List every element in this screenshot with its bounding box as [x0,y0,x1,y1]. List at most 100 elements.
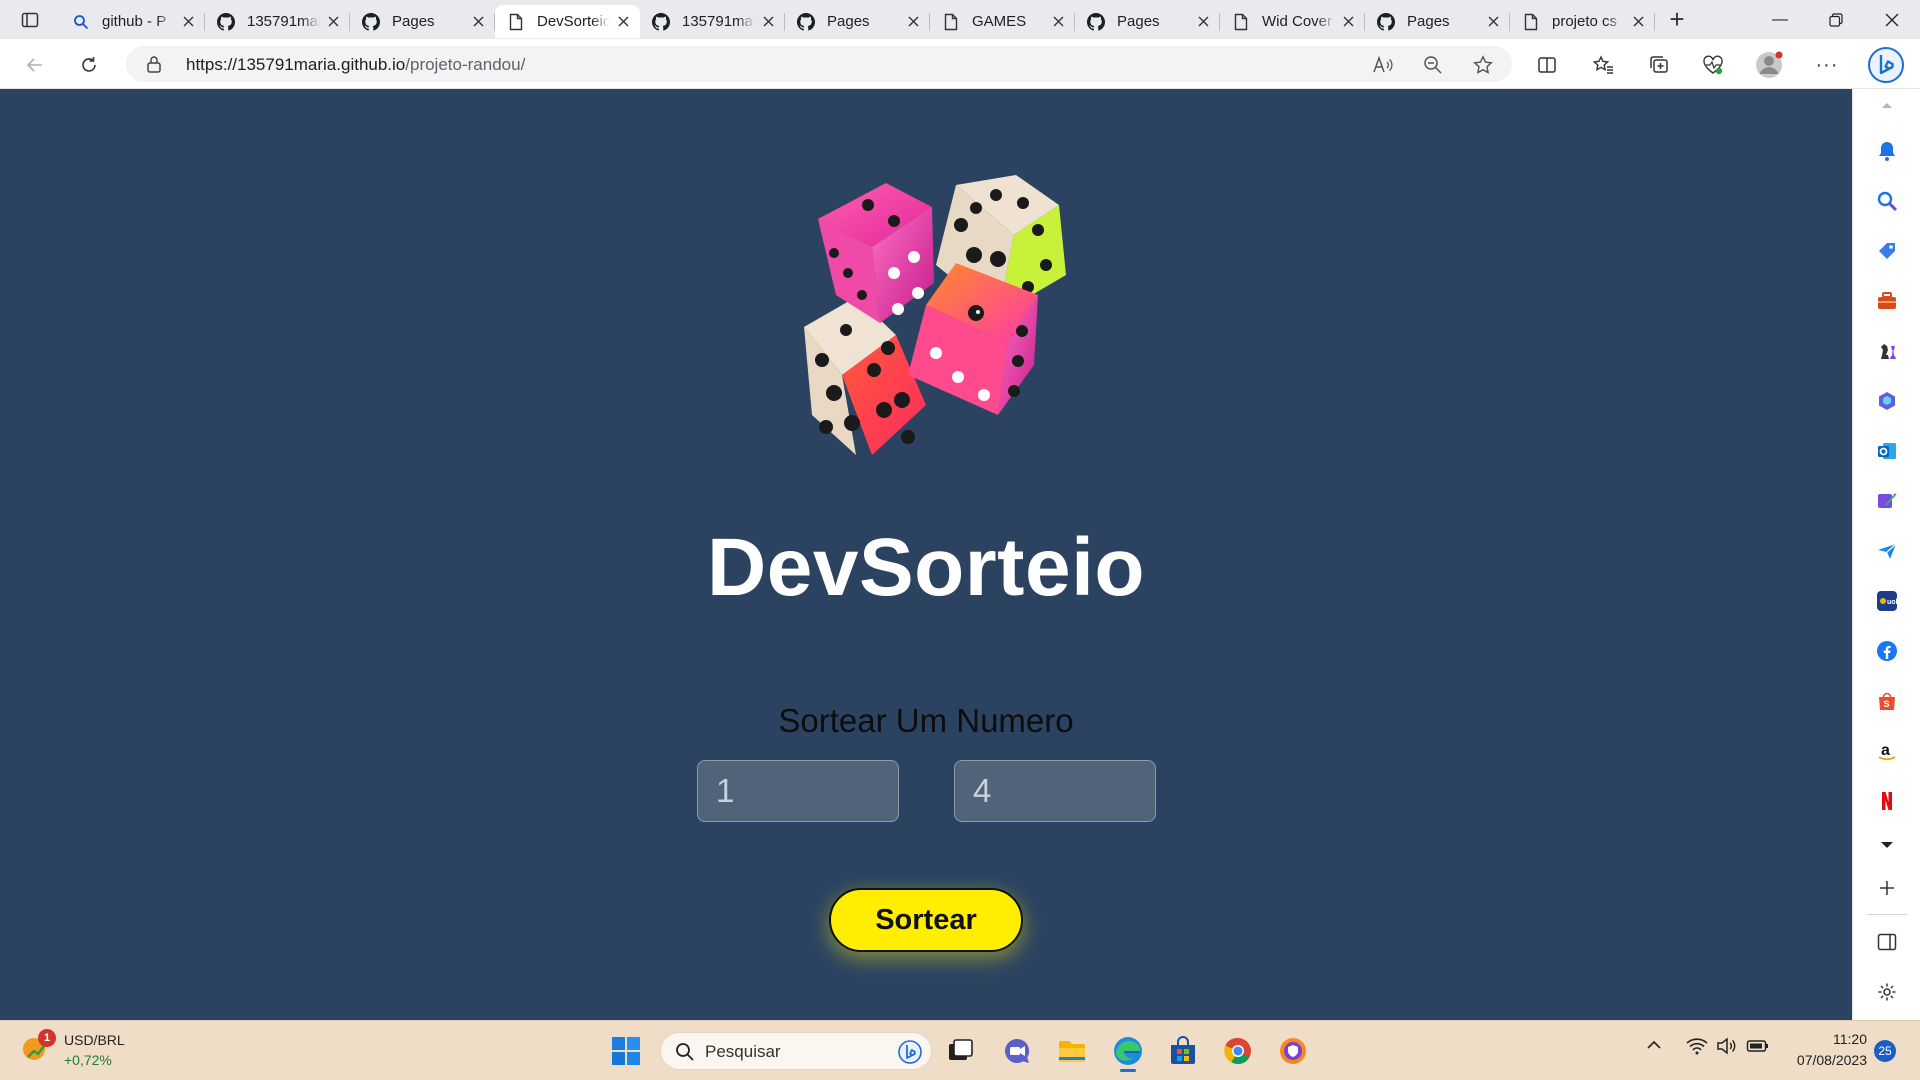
sidebar-divider [1867,914,1907,915]
edge-taskbar-button[interactable] [1108,1031,1148,1072]
sidebar-hide-button[interactable] [1874,929,1900,955]
refresh-button[interactable] [72,48,106,82]
sidebar-item-drop[interactable] [1874,538,1900,564]
profile-button[interactable] [1752,48,1786,82]
folder-icon [1059,1041,1085,1062]
chevron-up-icon [1647,1040,1661,1049]
tab-close-button[interactable] [904,13,922,31]
sidebar-item-shopee[interactable]: S [1874,688,1900,714]
tab-4[interactable]: DevSorteio [495,5,640,38]
max-number-input[interactable] [954,760,1156,822]
sidebar-add-button[interactable] [1874,875,1900,901]
read-aloud-button[interactable] [1370,52,1396,78]
minimize-button[interactable]: — [1752,0,1808,39]
url-text[interactable]: https://135791maria.github.io/projeto-ra… [186,55,525,75]
weather-widget[interactable]: 1 [18,1029,58,1071]
sidebar-item-games[interactable] [1874,338,1900,364]
sidebar-settings-button[interactable] [1874,979,1900,1005]
svg-text:S: S [1884,699,1890,709]
tab-close-button[interactable] [179,13,197,31]
close-window-button[interactable] [1864,0,1920,39]
restore-icon [1829,12,1843,27]
sidebar-more-button[interactable] [1874,832,1900,858]
volume-status[interactable] [1716,1037,1738,1058]
tab-7[interactable]: GAMES [930,5,1075,38]
tab-5[interactable]: 135791maria [640,5,785,38]
sidebar-item-designer[interactable] [1874,488,1900,514]
send-icon [1878,543,1897,559]
zoom-out-button[interactable] [1420,52,1446,78]
sidebar-item-copilot[interactable] [1874,388,1900,414]
back-button[interactable] [18,48,52,82]
settings-menu-button[interactable]: ··· [1810,48,1844,82]
tab-6[interactable]: Pages [785,5,930,38]
sidebar-item-tools[interactable] [1874,288,1900,314]
taskbar-search[interactable]: Pesquisar [660,1032,932,1070]
sidebar-scroll-up[interactable] [1874,97,1900,113]
start-button[interactable] [606,1031,646,1071]
heart-pulse-icon [1703,55,1723,75]
app-button[interactable] [1273,1031,1313,1071]
browser-essentials-button[interactable] [1696,48,1730,82]
sidebar-item-shopping[interactable] [1874,238,1900,264]
sidebar-item-facebook[interactable] [1874,638,1900,664]
tab-close-button[interactable] [1194,13,1212,31]
close-icon [1198,16,1208,27]
min-number-input[interactable] [697,760,899,822]
tab-close-button[interactable] [469,13,487,31]
tab-9[interactable]: Wid Cover [1220,5,1365,38]
address-bar[interactable]: https://135791maria.github.io/projeto-ra… [126,46,1512,82]
notification-count-badge[interactable]: 25 [1874,1040,1896,1062]
lock-icon[interactable] [146,55,162,78]
settings-icon [1878,983,1896,1001]
favorite-button[interactable] [1470,52,1496,78]
tab-3[interactable]: Pages [350,5,495,38]
tab-close-button[interactable] [759,13,777,31]
tab-8[interactable]: Pages [1075,5,1220,38]
tab-close-button[interactable] [1049,13,1067,31]
sidebar-item-netflix[interactable] [1874,788,1900,814]
url-path: /projeto-randou/ [405,55,526,74]
task-view-button[interactable] [940,1031,980,1071]
store-button[interactable] [1163,1031,1203,1071]
sidebar-item-outlook[interactable] [1874,438,1900,464]
tab-close-button[interactable] [614,13,632,31]
clock-time[interactable]: 11:20 [1783,1031,1867,1047]
clock-date[interactable]: 07/08/2023 [1783,1052,1867,1068]
chrome-button[interactable] [1218,1031,1258,1071]
svg-text:a: a [1881,742,1890,759]
new-tab-button[interactable]: + [1657,0,1697,39]
tab-title: 135791maria [247,13,320,30]
search-icon [676,1043,694,1061]
wifi-status[interactable] [1686,1037,1708,1058]
tab-2[interactable]: 135791maria [205,5,350,38]
windows-taskbar: 1 USD/BRL +0,72% Pesquisar 11:20 07/08/2… [0,1020,1920,1080]
close-icon [1885,13,1899,26]
bing-copilot-button[interactable] [1866,45,1906,85]
restore-button[interactable] [1808,0,1864,39]
tab-close-button[interactable] [1339,13,1357,31]
wifi-icon [1686,1038,1708,1055]
tab-1[interactable]: github - P [60,5,205,38]
show-hidden-icons-button[interactable] [1646,1037,1662,1056]
sidebar-item-notifications[interactable] [1874,138,1900,164]
chat-icon [1005,1038,1030,1063]
sidebar-item-amazon[interactable]: a [1874,738,1900,764]
draw-button[interactable]: Sortear [829,888,1023,952]
sidebar-item-uol[interactable]: uol [1874,588,1900,614]
tab-close-button[interactable] [1484,13,1502,31]
edge-sidebar: uol S a [1852,89,1920,1020]
sidebar-item-search[interactable] [1874,188,1900,214]
collections-button[interactable] [1642,48,1676,82]
teams-chat-button[interactable] [997,1031,1037,1071]
tab-close-button[interactable] [1629,13,1647,31]
tab-10[interactable]: Pages [1365,5,1510,38]
svg-text:uol: uol [1887,599,1898,606]
tab-close-button[interactable] [324,13,342,31]
file-explorer-button[interactable] [1052,1031,1092,1071]
battery-status[interactable] [1746,1037,1770,1058]
tab-11[interactable]: projeto cs [1510,5,1655,38]
favorites-button[interactable] [1586,48,1620,82]
tab-actions-button[interactable] [0,0,60,39]
split-screen-button[interactable] [1530,48,1564,82]
